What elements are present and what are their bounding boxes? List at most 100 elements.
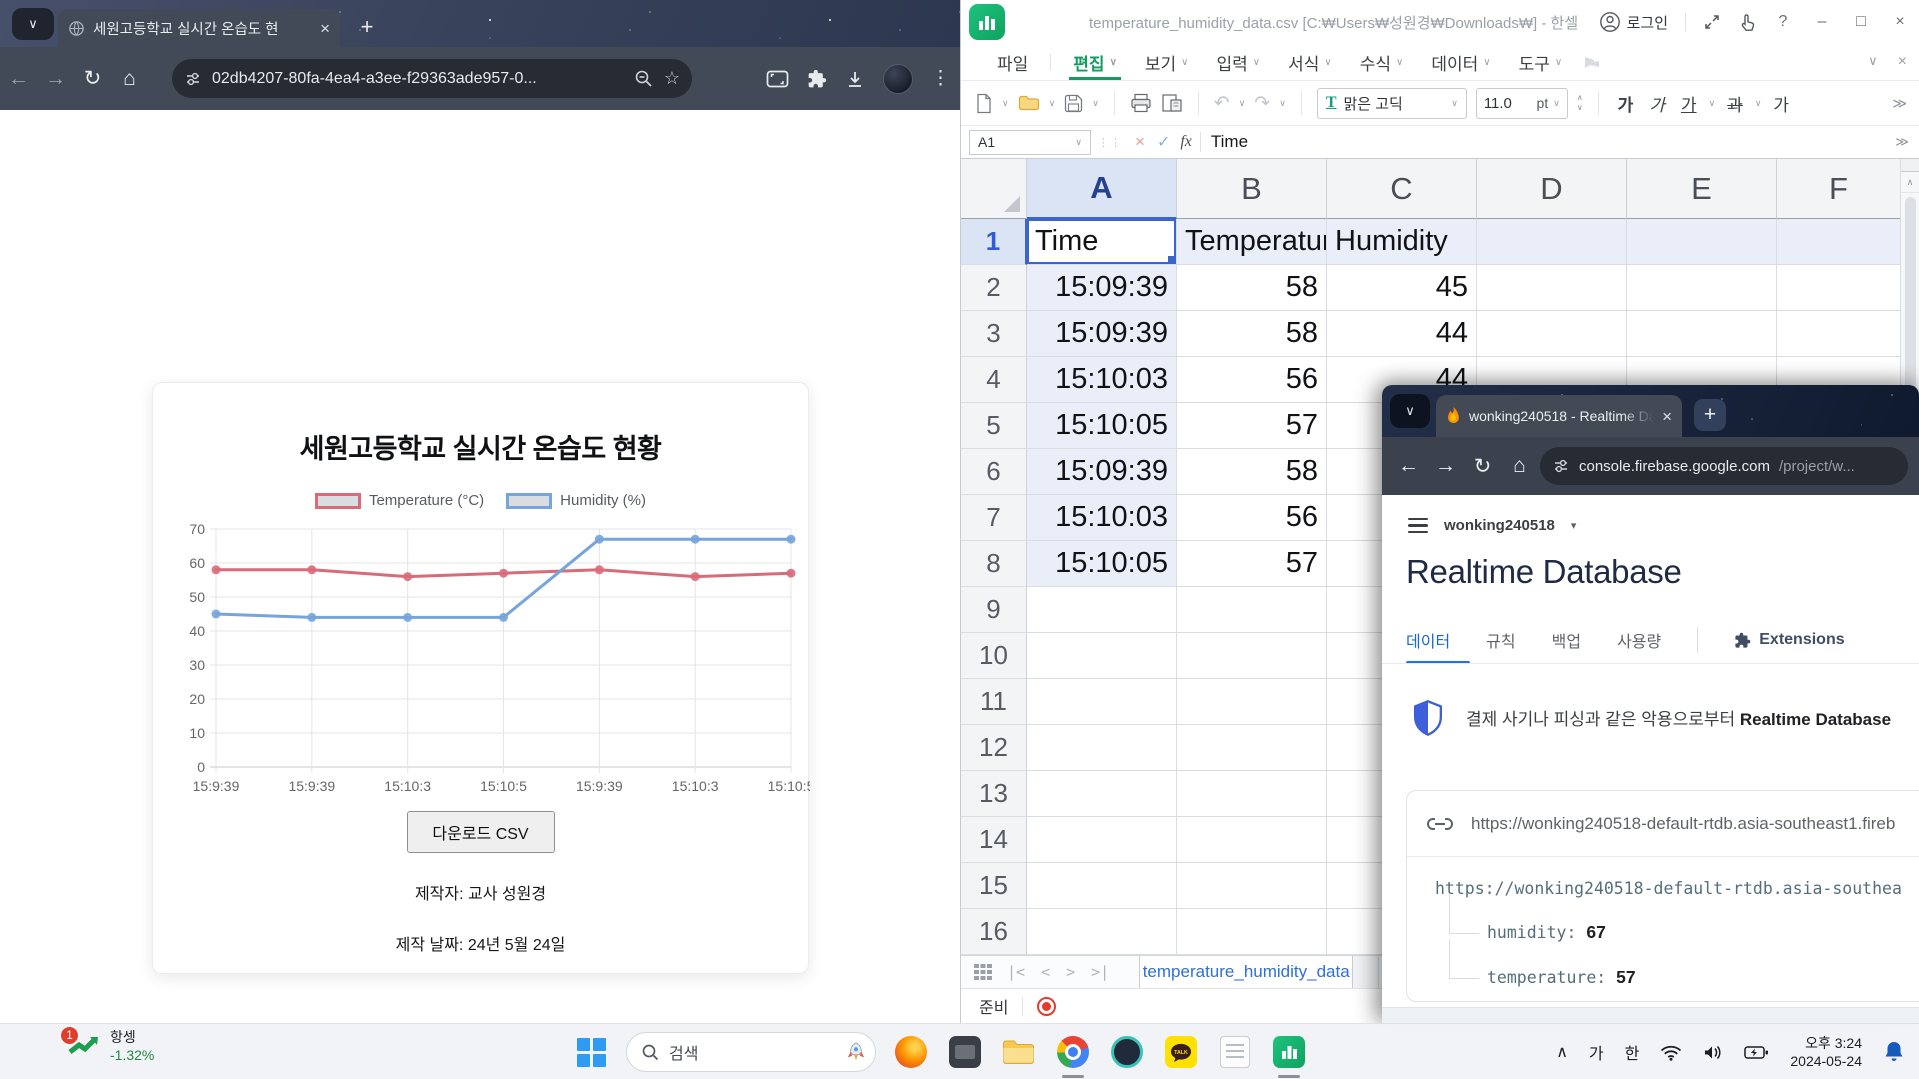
database-url[interactable]: https://wonking240518-default-rtdb.asia-… xyxy=(1471,814,1895,834)
first-sheet-icon[interactable]: |< xyxy=(1007,963,1025,981)
print-preview-icon[interactable] xyxy=(1161,93,1183,113)
project-caret-icon[interactable]: ▾ xyxy=(1571,519,1577,532)
cell-A11[interactable] xyxy=(1027,679,1177,725)
column-header-E[interactable]: E xyxy=(1627,159,1777,219)
cell-D2[interactable] xyxy=(1477,265,1627,311)
new-tab-button[interactable]: + xyxy=(352,12,382,42)
taskbar-app-firefox[interactable] xyxy=(892,1032,930,1072)
project-name[interactable]: wonking240518 xyxy=(1444,517,1555,534)
site-settings-icon[interactable] xyxy=(184,70,202,88)
firebase-tab[interactable]: wonking240518 - Realtime Da × xyxy=(1436,395,1682,437)
screenshot-icon[interactable] xyxy=(766,69,789,89)
row-header-2[interactable]: 2 xyxy=(961,265,1027,311)
legend-item[interactable]: Temperature (°C) xyxy=(314,492,484,509)
taskbar-app-explorer[interactable] xyxy=(1000,1032,1038,1072)
cell-B7[interactable]: 56 xyxy=(1177,495,1327,541)
sheet-list-icon[interactable] xyxy=(973,963,993,981)
maximize-button[interactable]: □ xyxy=(1850,13,1872,31)
taskbar-app-chrome[interactable] xyxy=(1054,1032,1092,1078)
cell-E1[interactable] xyxy=(1627,219,1777,265)
font-name-select[interactable]: T 맑은 고딕 ∨ xyxy=(1316,87,1467,119)
firebase-tab-규칙[interactable]: 규칙 xyxy=(1486,628,1515,652)
cell-B4[interactable]: 56 xyxy=(1177,357,1327,403)
back-icon[interactable]: ← xyxy=(1390,454,1427,478)
italic-button[interactable]: 가 xyxy=(1645,91,1669,116)
tab-close-icon[interactable]: × xyxy=(1662,408,1672,425)
macro-record-icon[interactable] xyxy=(1037,996,1057,1016)
cell-D1[interactable] xyxy=(1477,219,1627,265)
taskbar-app-round-dark[interactable] xyxy=(1108,1032,1146,1072)
taskbar-app-kakaotalk[interactable]: TALK xyxy=(1162,1032,1200,1072)
menu-item-7[interactable]: 도구 ∨ xyxy=(1505,44,1577,80)
back-icon[interactable]: ← xyxy=(0,67,37,91)
taskbar-search[interactable]: 검색 xyxy=(626,1032,876,1072)
touch-mode-icon[interactable] xyxy=(1738,12,1755,32)
column-header-B[interactable]: B xyxy=(1177,159,1327,219)
extensions-puzzle-icon[interactable] xyxy=(807,69,827,89)
forward-icon[interactable]: → xyxy=(37,67,74,91)
cell-A3[interactable]: 15:09:39 xyxy=(1027,311,1177,357)
cell-E3[interactable] xyxy=(1627,311,1777,357)
cell-name-box[interactable]: A1 ∨ xyxy=(969,129,1091,155)
row-header-14[interactable]: 14 xyxy=(961,817,1027,863)
cell-B15[interactable] xyxy=(1177,863,1327,909)
notification-bell-icon[interactable] xyxy=(1883,1040,1905,1064)
menu-item-5[interactable]: 수식 ∨ xyxy=(1346,44,1418,80)
cell-B6[interactable]: 58 xyxy=(1177,449,1327,495)
cell-C2[interactable]: 45 xyxy=(1327,265,1477,311)
cell-B11[interactable] xyxy=(1177,679,1327,725)
cell-B14[interactable] xyxy=(1177,817,1327,863)
cell-A7[interactable]: 15:10:03 xyxy=(1027,495,1177,541)
row-header-8[interactable]: 8 xyxy=(961,541,1027,587)
cell-F3[interactable] xyxy=(1777,311,1901,357)
address-bar[interactable]: console.firebase.google.com/project/w... xyxy=(1540,447,1908,485)
font-size-select[interactable]: 11.0 pt ∨ xyxy=(1475,87,1568,119)
start-button[interactable] xyxy=(572,1032,610,1072)
formula-cancel-icon[interactable]: × xyxy=(1135,132,1145,152)
home-icon[interactable]: ⌂ xyxy=(111,67,148,91)
ribbon-close-icon[interactable]: × xyxy=(1898,53,1907,71)
column-header-D[interactable]: D xyxy=(1477,159,1627,219)
next-sheet-icon[interactable]: > xyxy=(1066,963,1075,981)
cell-A4[interactable]: 15:10:03 xyxy=(1027,357,1177,403)
reload-icon[interactable]: ↻ xyxy=(74,66,111,91)
home-icon[interactable]: ⌂ xyxy=(1501,454,1538,478)
underline-button[interactable]: 가 xyxy=(1677,91,1701,116)
bold-button[interactable]: 가 xyxy=(1614,91,1638,116)
cell-A9[interactable] xyxy=(1027,587,1177,633)
cell-A16[interactable] xyxy=(1027,909,1177,955)
sheet-tab-active[interactable]: temperature_humidity_data xyxy=(1139,955,1354,989)
row-header-16[interactable]: 16 xyxy=(961,909,1027,955)
cell-B2[interactable]: 58 xyxy=(1177,265,1327,311)
firebase-tab-사용량[interactable]: 사용량 xyxy=(1617,628,1661,652)
row-header-9[interactable]: 9 xyxy=(961,587,1027,633)
expand-icon[interactable] xyxy=(1703,13,1721,31)
save-icon[interactable] xyxy=(1064,94,1083,113)
cell-A12[interactable] xyxy=(1027,725,1177,771)
cell-A14[interactable] xyxy=(1027,817,1177,863)
tab-search-button[interactable]: ∨ xyxy=(1390,394,1430,428)
last-sheet-icon[interactable]: >| xyxy=(1091,963,1109,981)
formula-value[interactable]: Time xyxy=(1211,132,1248,152)
stock-widget[interactable]: 1 항셍 -1.32% xyxy=(60,1025,154,1064)
sheet-tab-stub[interactable] xyxy=(1353,955,1380,989)
tree-root[interactable]: https://wonking240518-default-rtdb.asia-… xyxy=(1435,879,1919,898)
clock[interactable]: 오후 3:24 2024-05-24 xyxy=(1790,1034,1862,1070)
battery-icon[interactable] xyxy=(1744,1045,1769,1060)
taskbar-app-dark[interactable] xyxy=(946,1032,984,1072)
row-header-11[interactable]: 11 xyxy=(961,679,1027,725)
address-bar[interactable]: 02db4207-80fa-4ea4-a3ee-f29363ade957-0..… xyxy=(172,59,692,98)
font-color-button[interactable]: 가 xyxy=(1769,91,1793,116)
redo-icon[interactable]: ↷ xyxy=(1254,92,1270,115)
minimize-button[interactable]: – xyxy=(1811,13,1833,31)
cell-E2[interactable] xyxy=(1627,265,1777,311)
cell-A15[interactable] xyxy=(1027,863,1177,909)
taskbar-app-hancell[interactable] xyxy=(1270,1032,1308,1078)
cell-F1[interactable] xyxy=(1777,219,1901,265)
cell-C1[interactable]: Humidity xyxy=(1327,219,1477,265)
formula-confirm-icon[interactable]: ✓ xyxy=(1157,132,1170,152)
url-path[interactable]: /project/w... xyxy=(1779,458,1855,475)
close-button[interactable]: × xyxy=(1889,13,1911,31)
row-header-12[interactable]: 12 xyxy=(961,725,1027,771)
browser-menu-icon[interactable]: ⋮ xyxy=(931,67,950,90)
